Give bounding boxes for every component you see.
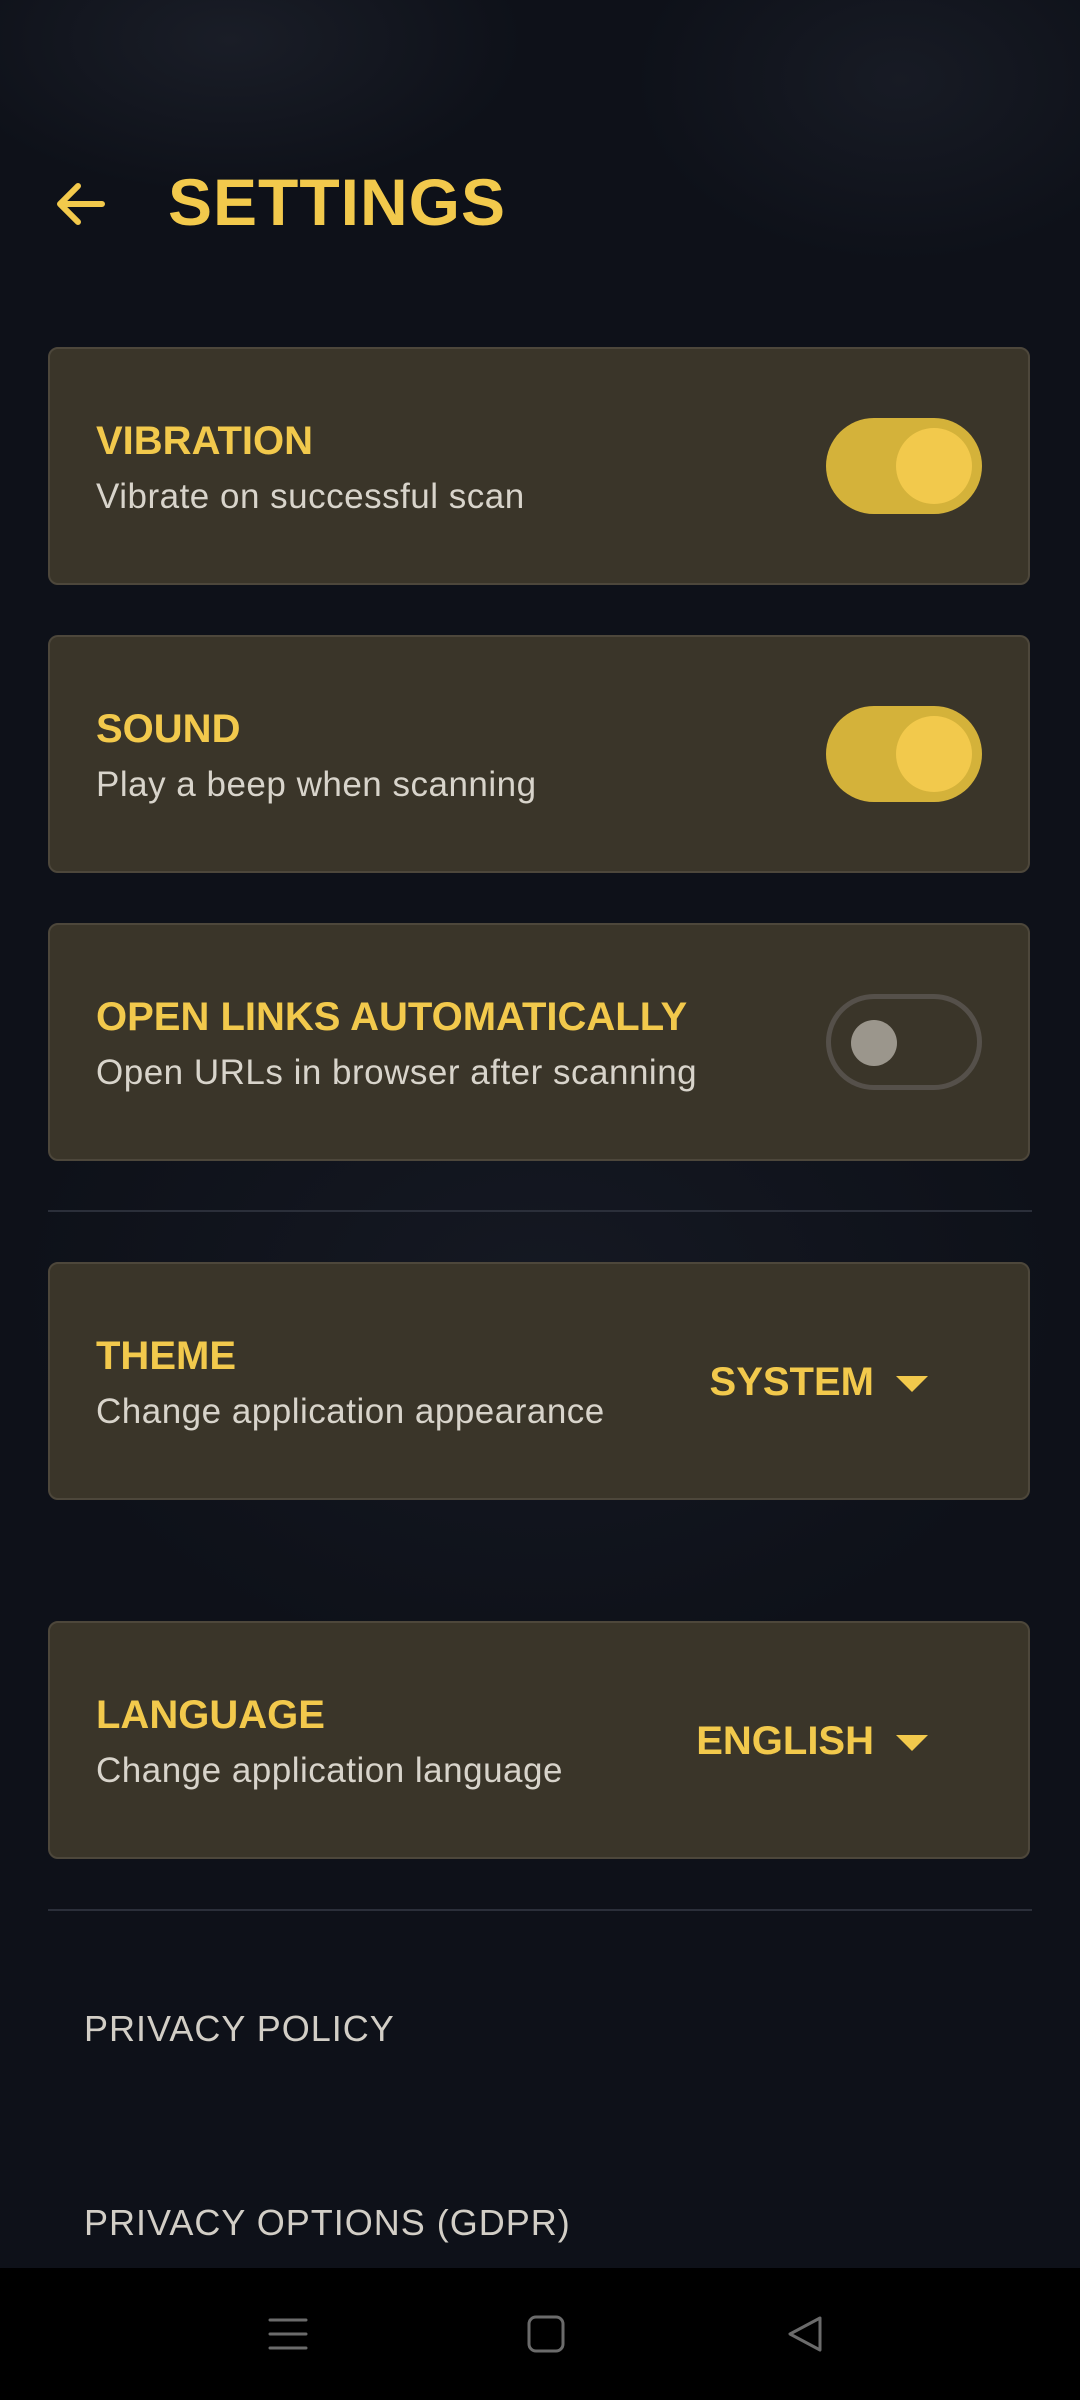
divider	[48, 1210, 1032, 1212]
theme-dropdown[interactable]: SYSTEM	[710, 1352, 928, 1412]
theme-title: THEME	[96, 1334, 236, 1378]
language-setting-card[interactable]: LANGUAGE Change application language ENG…	[48, 1621, 1030, 1859]
home-button[interactable]	[506, 2294, 586, 2374]
open-links-subtitle: Open URLs in browser after scanning	[96, 1053, 698, 1092]
open-links-toggle[interactable]	[826, 994, 982, 1090]
theme-value: SYSTEM	[709, 1359, 874, 1404]
toggle-knob	[896, 428, 972, 504]
privacy-policy-link[interactable]: PRIVACY POLICY	[84, 2008, 395, 2050]
toggle-knob	[851, 1020, 897, 1066]
open-links-title: OPEN LINKS AUTOMATICALLY	[96, 995, 688, 1039]
sound-subtitle: Play a beep when scanning	[96, 765, 537, 804]
back-icon	[788, 2316, 822, 2352]
sound-title: SOUND	[96, 707, 241, 751]
page-title: SETTINGS	[168, 165, 507, 239]
theme-setting-card[interactable]: THEME Change application appearance SYST…	[48, 1262, 1030, 1500]
back-button[interactable]	[48, 172, 112, 236]
sound-setting-card[interactable]: SOUND Play a beep when scanning	[48, 635, 1030, 873]
menu-icon	[268, 2318, 308, 2350]
vibration-toggle[interactable]	[826, 418, 982, 514]
chevron-down-icon	[896, 1735, 928, 1751]
vibration-setting-card[interactable]: VIBRATION Vibrate on successful scan	[48, 347, 1030, 585]
sound-toggle[interactable]	[826, 706, 982, 802]
vibration-subtitle: Vibrate on successful scan	[96, 477, 525, 516]
chevron-down-icon	[896, 1376, 928, 1392]
home-icon	[527, 2315, 565, 2353]
vibration-title: VIBRATION	[96, 419, 314, 463]
language-value: ENGLISH	[696, 1718, 874, 1763]
system-back-button[interactable]	[764, 2294, 844, 2374]
recent-apps-button[interactable]	[248, 2294, 328, 2374]
settings-screen: SETTINGS VIBRATION Vibrate on successful…	[0, 0, 1080, 2268]
language-dropdown[interactable]: ENGLISH	[696, 1711, 928, 1771]
privacy-options-link[interactable]: PRIVACY OPTIONS (GDPR)	[84, 2202, 571, 2244]
language-title: LANGUAGE	[96, 1693, 325, 1737]
header: SETTINGS	[0, 150, 1080, 250]
language-subtitle: Change application language	[96, 1751, 563, 1790]
open-links-setting-card[interactable]: OPEN LINKS AUTOMATICALLY Open URLs in br…	[48, 923, 1030, 1161]
theme-subtitle: Change application appearance	[96, 1392, 605, 1431]
system-navigation-bar	[0, 2268, 1080, 2400]
arrow-left-icon	[57, 183, 105, 225]
toggle-knob	[896, 716, 972, 792]
divider	[48, 1909, 1032, 1911]
